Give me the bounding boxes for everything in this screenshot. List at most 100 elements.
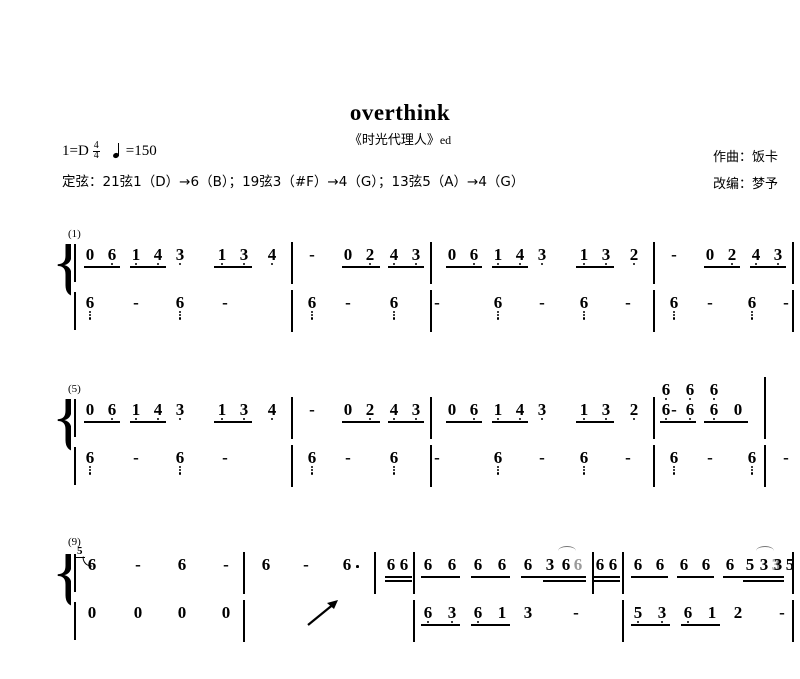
beam-line <box>631 576 668 578</box>
note-0: 0 <box>133 603 143 622</box>
beam-line <box>84 421 120 423</box>
note-6: 6 <box>523 555 533 574</box>
beam-line <box>214 421 252 423</box>
octave-dots-below <box>745 311 759 320</box>
note-6: 6 <box>725 555 735 574</box>
note-0: 0 <box>87 603 97 622</box>
barline <box>291 290 293 332</box>
beam-line <box>446 421 482 423</box>
beam-line <box>492 421 528 423</box>
subtitle-tag: ed <box>439 133 452 147</box>
beam-line <box>130 421 166 423</box>
note-6: 6 <box>471 604 485 624</box>
beam-line <box>750 266 786 268</box>
note-3: 3 <box>599 401 613 421</box>
tie-arc <box>558 546 576 556</box>
note-6: 6 <box>491 449 505 475</box>
measure-number-1: (1) <box>68 228 81 240</box>
sustain-dash: - <box>309 400 315 419</box>
octave-dots-below <box>513 263 527 266</box>
treble-staff-2: 06143134-024306143132-6666660 <box>0 377 800 441</box>
note-3: 3 <box>535 246 549 266</box>
note-6: 6 <box>633 555 643 574</box>
note-1: 1 <box>129 401 143 421</box>
note-6: 6 <box>399 555 409 574</box>
octave-dots-below <box>655 621 669 624</box>
augmentation-dot <box>356 565 359 568</box>
note-3: 3 <box>545 555 555 574</box>
quarter-note-icon <box>112 142 122 159</box>
barline <box>430 242 432 284</box>
beam-line <box>342 421 380 423</box>
note-0: 0 <box>85 245 95 264</box>
barline <box>243 600 245 642</box>
barline <box>243 552 245 594</box>
note-6: 6 <box>83 294 97 320</box>
barline <box>792 552 794 594</box>
beam-line <box>677 576 714 578</box>
note-6: 6 <box>173 449 187 475</box>
sustain-dash: - <box>434 448 440 467</box>
chord-upper-note: 6 <box>659 381 673 401</box>
note-3: 3 <box>237 246 251 266</box>
note-1: 1 <box>491 401 505 421</box>
octave-dots-below <box>173 466 187 475</box>
beam-line <box>543 580 586 582</box>
barline <box>430 290 432 332</box>
arranger-credit: 改编：梦予 <box>712 177 778 192</box>
chord-lower-note: 6 <box>659 401 673 424</box>
note-6: 6 <box>387 449 401 475</box>
note-3: 3 <box>173 401 187 421</box>
bass-staff-3: 000063613-53612- <box>0 598 800 644</box>
octave-dots-below <box>387 466 401 475</box>
barline <box>622 600 624 642</box>
octave-dots-below <box>471 621 485 624</box>
barline <box>291 242 293 284</box>
note-2: 2 <box>627 246 641 266</box>
note-3: 3 <box>655 604 669 624</box>
barline <box>374 552 376 594</box>
octave-dots-below <box>491 263 505 266</box>
note-6: 6 <box>745 294 759 320</box>
beam-line <box>521 576 586 578</box>
note-0: 0 <box>177 603 187 622</box>
sustain-dash: - <box>707 448 713 467</box>
note-1: 1 <box>707 603 717 622</box>
octave-dots-below <box>215 263 229 266</box>
octave-dots-below <box>577 418 591 421</box>
sustain-dash: - <box>625 448 631 467</box>
beam-line <box>594 580 620 582</box>
octave-dots-below <box>681 621 695 624</box>
note-6: 6 <box>177 555 187 574</box>
tie-arc <box>756 546 774 556</box>
octave-dots-below <box>513 418 527 421</box>
note-4: 4 <box>265 401 279 421</box>
octave-dots-below <box>387 263 401 266</box>
beam-line <box>492 266 528 268</box>
beam-line <box>214 266 252 268</box>
note-3: 3 <box>535 401 549 421</box>
chord-upper-note: 6 <box>707 381 721 401</box>
octave-dots-below <box>363 263 377 266</box>
beam-line <box>421 624 460 626</box>
note-4: 4 <box>387 246 401 266</box>
chord-lower-note: 0 <box>733 400 743 419</box>
note-0: 0 <box>705 245 715 264</box>
barline <box>653 290 655 332</box>
octave-dots-below <box>237 263 251 266</box>
octave-dots-below <box>151 263 165 266</box>
octave-dots-below <box>771 263 785 266</box>
note-6: 6 <box>305 449 319 475</box>
note-6: 6 <box>305 294 319 320</box>
octave-dots-below <box>387 418 401 421</box>
sustain-dash: - <box>539 448 545 467</box>
barline <box>653 242 655 284</box>
note-6: 6 <box>473 555 483 574</box>
beam-line <box>388 421 424 423</box>
note-6: 6 <box>261 555 271 574</box>
note-6: 6 <box>173 294 187 320</box>
barline <box>792 600 794 642</box>
octave-dots-below <box>667 466 681 475</box>
sustain-dash: - <box>539 293 545 312</box>
octave-dots-below <box>577 263 591 266</box>
